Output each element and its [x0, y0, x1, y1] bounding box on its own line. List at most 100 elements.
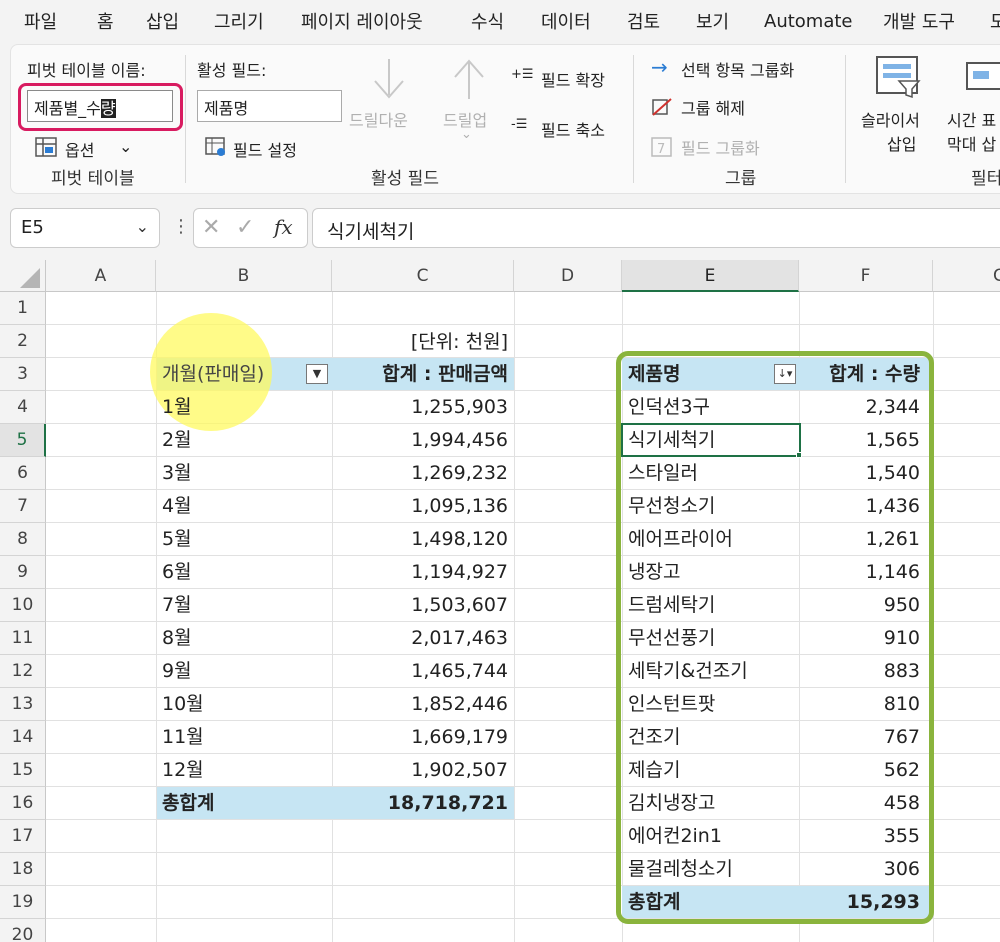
row-header[interactable]: 4 — [0, 391, 46, 424]
pivot1-row-value[interactable]: 1,498,120 — [332, 523, 512, 555]
insert-function-icon[interactable]: fx — [274, 215, 293, 239]
row-header[interactable]: 8 — [0, 523, 46, 556]
row-header[interactable]: 12 — [0, 655, 46, 688]
timeline-label-line1[interactable]: 시간 표 — [947, 107, 996, 131]
menu-review[interactable]: 검토 — [627, 8, 660, 34]
name-box[interactable]: E5 ⌄ — [10, 208, 160, 248]
column-header-c[interactable]: C — [332, 260, 514, 292]
active-field-value: 제품명 — [204, 99, 249, 118]
pivot1-row-label[interactable]: 3월 — [158, 457, 328, 489]
row-header[interactable]: 7 — [0, 490, 46, 523]
active-field-label: 활성 필드: — [197, 61, 267, 80]
pivot1-row-label[interactable]: 10월 — [158, 688, 328, 720]
slicer-label-line1[interactable]: 슬라이서 — [861, 107, 920, 131]
row-header[interactable]: 17 — [0, 820, 46, 853]
formula-value: 식기세척기 — [327, 221, 415, 243]
menu-help[interactable]: 도 — [990, 8, 1000, 34]
row-header[interactable]: 10 — [0, 589, 46, 622]
pivot-name-label: 피벗 테이블 이름: — [27, 61, 146, 80]
drill-up-chevron-icon: ⌄ — [461, 127, 472, 142]
group-field-button[interactable]: 필드 그룹화 — [681, 135, 760, 159]
column-header-d[interactable]: D — [514, 260, 622, 292]
options-chevron-icon[interactable]: ⌄ — [119, 137, 132, 156]
row-header[interactable]: 14 — [0, 721, 46, 754]
column-header-e[interactable]: E — [622, 260, 799, 292]
row-header[interactable]: 3 — [0, 358, 46, 391]
menu-home[interactable]: 홈 — [97, 8, 114, 34]
drill-down-button[interactable]: 드릴다운 — [349, 107, 408, 131]
formula-input[interactable]: 식기세척기 — [312, 208, 1000, 248]
row-header[interactable]: 5 — [0, 424, 46, 457]
timeline-label-line2[interactable]: 막대 삽 — [947, 131, 996, 155]
pivot1-row-label[interactable]: 6월 — [158, 556, 328, 588]
collapse-field-button[interactable]: 필드 축소 — [541, 117, 605, 141]
pivot1-row-value[interactable]: 1,465,744 — [332, 655, 512, 687]
field-settings-button[interactable]: 필드 설정 — [233, 137, 297, 161]
row-header[interactable]: 16 — [0, 787, 46, 820]
pivot1-row-value[interactable]: 1,669,179 — [332, 721, 512, 753]
row-header[interactable]: 2 — [0, 325, 46, 358]
row-header[interactable]: 20 — [0, 919, 46, 942]
options-icon — [35, 137, 57, 161]
more-options-icon[interactable]: ⋮ — [172, 216, 190, 237]
row-header[interactable]: 9 — [0, 556, 46, 589]
ribbon: 피벗 테이블 이름: 제품별_수량 옵션 ⌄ 피벗 테이블 활성 필드: 제품명… — [10, 44, 1000, 194]
pivot1-row-value[interactable]: 2,017,463 — [332, 622, 512, 654]
menu-draw[interactable]: 그리기 — [214, 8, 264, 34]
group-field-icon: 7 — [651, 135, 673, 161]
row-header[interactable]: 13 — [0, 688, 46, 721]
expand-field-button[interactable]: 필드 확장 — [541, 67, 605, 91]
pivot1-row-label[interactable]: 5월 — [158, 523, 328, 555]
pivot-name-input[interactable]: 제품별_수량 — [27, 90, 173, 122]
row-header[interactable]: 11 — [0, 622, 46, 655]
pivot1-row-value[interactable]: 1,852,446 — [332, 688, 512, 720]
menu-insert[interactable]: 삽입 — [146, 8, 179, 34]
pivot1-row-value[interactable]: 1,194,927 — [332, 556, 512, 588]
select-all-corner[interactable] — [0, 260, 46, 292]
column-header-g[interactable]: G — [933, 260, 1000, 292]
menu-page-layout[interactable]: 페이지 레이아웃 — [301, 8, 423, 34]
cancel-icon[interactable]: ✕ — [202, 215, 220, 240]
pivot1-row-label[interactable]: 12월 — [158, 754, 328, 786]
group-selection-button[interactable]: 선택 항목 그룹화 — [681, 57, 794, 81]
pivot1-row-value[interactable]: 1,902,507 — [332, 754, 512, 786]
pivot1-row-value[interactable]: 1,255,903 — [332, 391, 512, 423]
pivot1-filter-dropdown-icon[interactable]: ▼ — [306, 364, 328, 384]
menu-automate[interactable]: Automate — [764, 11, 853, 32]
column-header-a[interactable]: A — [46, 260, 156, 292]
pivot1-row-value[interactable]: 1,095,136 — [332, 490, 512, 522]
menu-developer[interactable]: 개발 도구 — [883, 8, 955, 34]
ribbon-separator — [185, 55, 186, 183]
pivot1-value-header: 합계 : 판매금액 — [382, 363, 508, 385]
row-header[interactable]: 15 — [0, 754, 46, 787]
pivot1-row-value[interactable]: 1,503,607 — [332, 589, 512, 621]
row-header[interactable]: 18 — [0, 853, 46, 886]
menu-data[interactable]: 데이터 — [541, 8, 591, 34]
row-header[interactable]: 19 — [0, 886, 46, 919]
pivot1-row-label[interactable]: 4월 — [158, 490, 328, 522]
pivot1-row-value[interactable]: 1,994,456 — [332, 424, 512, 456]
menu-formulas[interactable]: 수식 — [471, 8, 504, 34]
row-header[interactable]: 1 — [0, 292, 46, 325]
column-header-f[interactable]: F — [799, 260, 933, 292]
pivot1-row-label[interactable]: 7월 — [158, 589, 328, 621]
options-button[interactable]: 옵션 — [65, 137, 94, 161]
row-header[interactable]: 6 — [0, 457, 46, 490]
active-field-input[interactable]: 제품명 — [197, 90, 342, 122]
name-box-chevron-icon[interactable]: ⌄ — [136, 217, 149, 236]
enter-icon[interactable]: ✓ — [236, 215, 254, 240]
pivot1-row-label[interactable]: 2월 — [158, 424, 328, 456]
pivot1-row-label[interactable]: 8월 — [158, 622, 328, 654]
pivot1-row-label[interactable]: 9월 — [158, 655, 328, 687]
pivot1-row-label[interactable]: 11월 — [158, 721, 328, 753]
pivot1-row-label[interactable]: 1월 — [158, 391, 328, 423]
menu-view[interactable]: 보기 — [696, 8, 729, 34]
column-header-b[interactable]: B — [156, 260, 332, 292]
worksheet[interactable]: A B C D E F G [단위: 천원] 개월(판매일) ▼ 합계 : 판매… — [0, 260, 1000, 942]
pivot1-row-value[interactable]: 1,269,232 — [332, 457, 512, 489]
pivot-table-group: 피벗 테이블 이름: 제품별_수량 옵션 ⌄ 피벗 테이블 — [11, 45, 183, 195]
slicer-label-line2[interactable]: 삽입 — [887, 131, 916, 155]
ungroup-button[interactable]: 그룹 해제 — [681, 95, 745, 119]
menu-file[interactable]: 파일 — [24, 8, 57, 34]
pivot1-total-value: 18,718,721 — [387, 792, 508, 814]
